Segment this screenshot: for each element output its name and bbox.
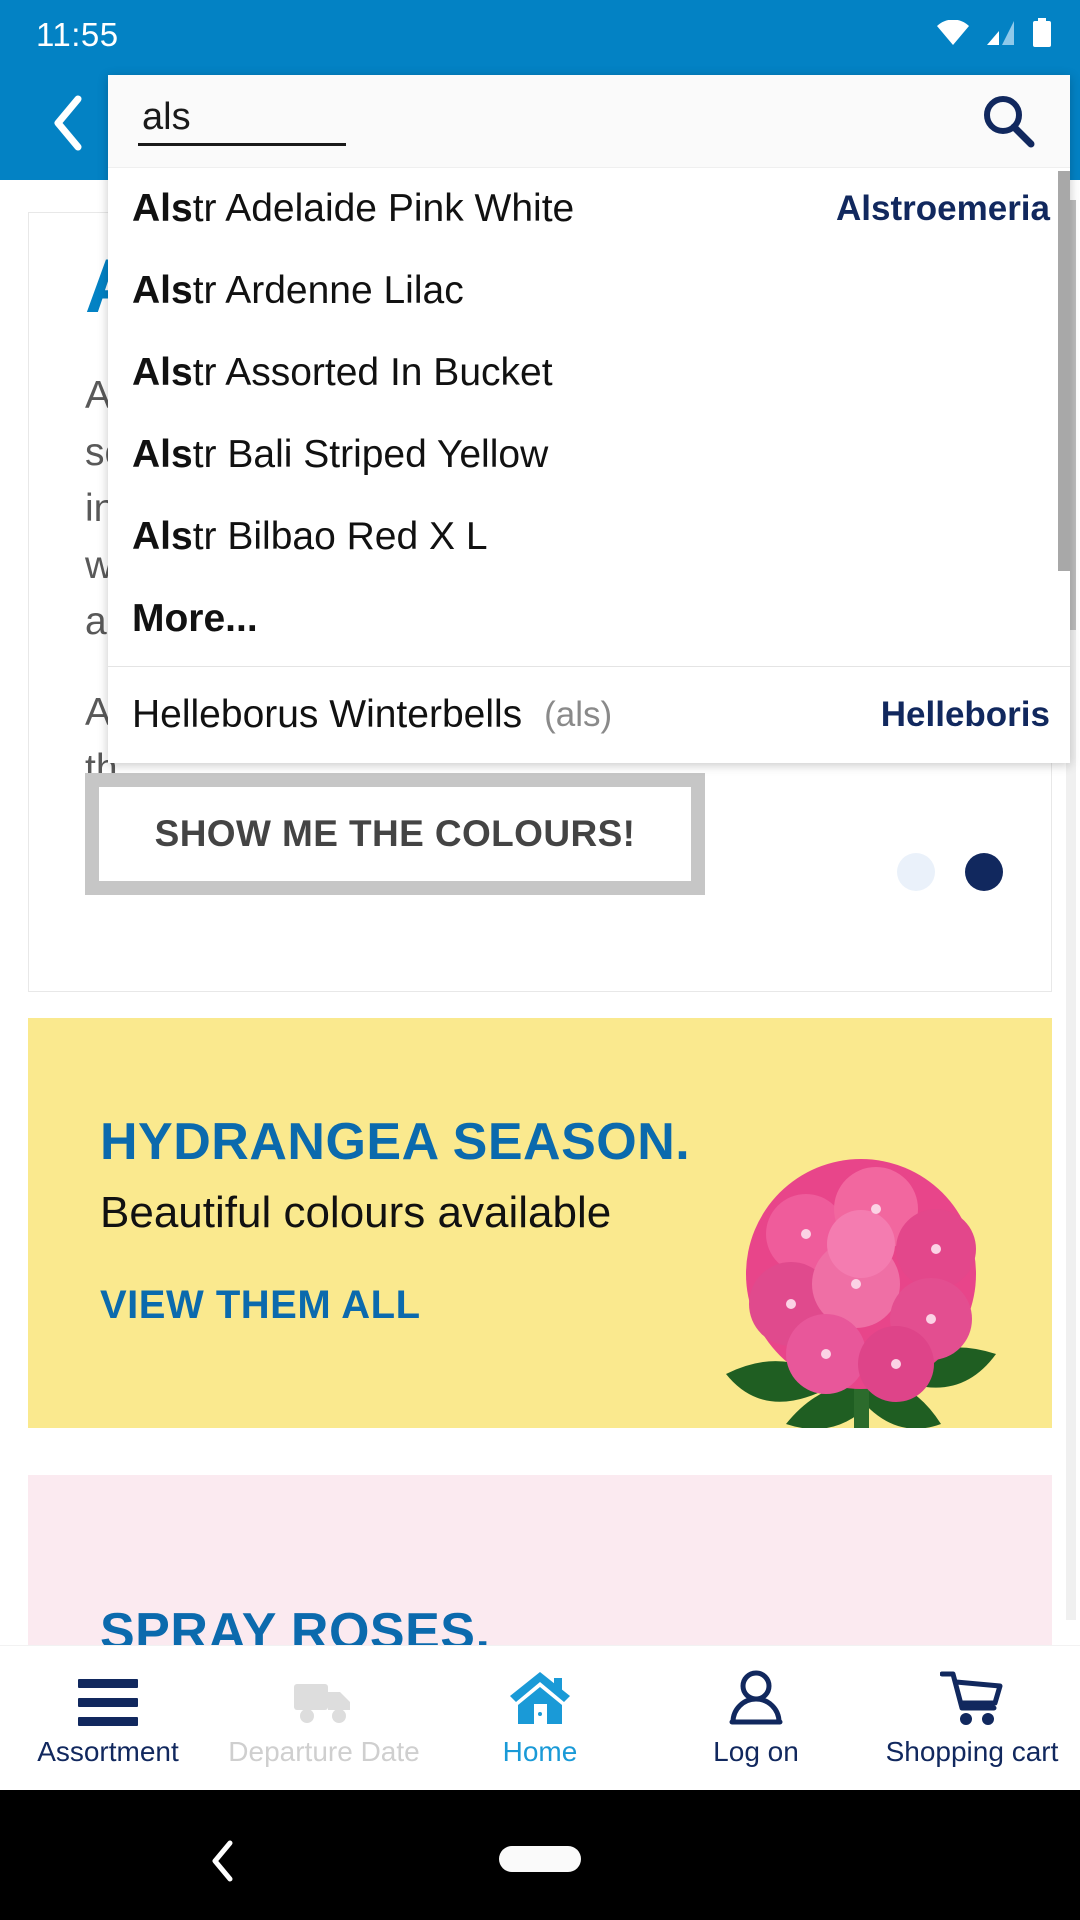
home-icon — [508, 1668, 572, 1726]
suggestion-rest: tr Bilbao Red X L — [192, 515, 488, 558]
chevron-left-icon — [50, 95, 86, 156]
show-me-the-colours-button[interactable]: SHOW ME THE COLOURS! — [85, 773, 705, 895]
header-back-button[interactable] — [28, 70, 108, 180]
search-icon[interactable] — [980, 93, 1036, 149]
status-bar-icons — [936, 17, 1052, 53]
suggestion-scrollbar-thumb[interactable] — [1058, 171, 1070, 571]
hydrangea-banner[interactable]: HYDRANGEA SEASON. Beautiful colours avai… — [28, 1018, 1052, 1428]
suggestion-rest: tr Adelaide Pink White — [192, 187, 575, 230]
chevron-left-icon — [210, 1840, 236, 1886]
tab-label: Shopping cart — [885, 1736, 1059, 1767]
spray-roses-banner-title: SPRAY ROSES. — [100, 1603, 491, 1645]
battery-icon — [1032, 17, 1052, 53]
tab-assortment[interactable]: Assortment — [0, 1668, 216, 1768]
suggestion-label: Alstr Bilbao Red X L — [132, 515, 488, 559]
suggestion-group-label: Helleboris — [880, 695, 1050, 734]
suggestion-item-secondary[interactable]: Helleborus Winterbells (als) Helleboris — [108, 667, 1070, 763]
tab-label: Departure Date — [228, 1736, 420, 1767]
truck-icon — [292, 1668, 356, 1726]
suggestion-alt-term: (als) — [544, 695, 613, 734]
tab-label: Assortment — [37, 1736, 179, 1767]
status-bar: 11:55 — [0, 0, 1080, 70]
bottom-tab-bar[interactable]: Assortment Departure Date Home Log on Sh… — [0, 1645, 1080, 1790]
carousel-dot-1[interactable] — [897, 853, 935, 891]
android-home-indicator[interactable] — [499, 1846, 581, 1872]
android-back-button[interactable] — [210, 1840, 236, 1887]
suggestion-label: Helleborus Winterbells — [132, 693, 523, 736]
search-input[interactable] — [142, 96, 342, 139]
suggestion-label: Alstr Adelaide Pink White — [132, 187, 574, 231]
suggestion-rest: tr Bali Striped Yellow — [192, 433, 549, 476]
carousel-dot-2[interactable] — [965, 853, 1003, 891]
hydrangea-flower-image — [696, 1124, 1026, 1428]
suggestion-label: Alstr Ardenne Lilac — [132, 269, 464, 313]
user-icon — [727, 1668, 785, 1726]
suggestion-match: Als — [132, 187, 193, 230]
tab-departure-date[interactable]: Departure Date — [216, 1668, 432, 1768]
tab-shopping-cart[interactable]: Shopping cart — [864, 1668, 1080, 1768]
view-them-all-link[interactable]: VIEW THEM ALL — [100, 1283, 421, 1328]
suggestion-label: Alstr Bali Striped Yellow — [132, 433, 548, 477]
suggestion-item[interactable]: Alstr Adelaide Pink White Alstroemeria — [108, 168, 1070, 250]
hydrangea-banner-subtitle: Beautiful colours available — [100, 1188, 612, 1237]
suggestion-list[interactable]: Alstr Adelaide Pink White Alstroemeria A… — [108, 168, 1070, 763]
tab-home[interactable]: Home — [432, 1668, 648, 1768]
search-input-underline — [138, 96, 346, 146]
search-field[interactable] — [108, 75, 1070, 168]
spray-roses-banner[interactable]: SPRAY ROSES. — [28, 1475, 1052, 1645]
suggestion-item[interactable]: Alstr Ardenne Lilac — [108, 250, 1070, 332]
tab-log-on[interactable]: Log on — [648, 1668, 864, 1768]
suggestion-item[interactable]: Alstr Assorted In Bucket — [108, 332, 1070, 414]
cellular-signal-icon — [986, 20, 1016, 51]
suggestion-group-label: Alstroemeria — [836, 189, 1050, 228]
suggestion-match: Als — [132, 515, 193, 558]
status-bar-clock: 11:55 — [36, 16, 119, 53]
tab-label: Log on — [713, 1736, 799, 1767]
suggestion-match: Als — [132, 351, 193, 394]
suggestion-more-label: More... — [132, 597, 258, 640]
android-navigation-bar[interactable] — [0, 1790, 1080, 1920]
carousel-dots[interactable] — [897, 853, 1003, 891]
suggestion-item[interactable]: Alstr Bali Striped Yellow — [108, 414, 1070, 496]
suggestion-label: Alstr Assorted In Bucket — [132, 351, 553, 395]
hamburger-menu-icon — [78, 1668, 138, 1726]
search-suggestions-overlay[interactable]: Alstr Adelaide Pink White Alstroemeria A… — [108, 75, 1070, 763]
suggestion-rest: tr Assorted In Bucket — [192, 351, 553, 394]
wifi-icon — [936, 19, 970, 51]
shopping-cart-icon — [940, 1668, 1004, 1726]
suggestion-match: Als — [132, 433, 193, 476]
suggestion-item[interactable]: Alstr Bilbao Red X L — [108, 496, 1070, 578]
hydrangea-banner-title: HYDRANGEA SEASON. — [100, 1113, 691, 1171]
suggestion-match: Als — [132, 269, 193, 312]
tab-label: Home — [502, 1736, 578, 1767]
suggestion-rest: tr Ardenne Lilac — [192, 269, 464, 312]
suggestion-more-button[interactable]: More... — [108, 578, 1070, 660]
